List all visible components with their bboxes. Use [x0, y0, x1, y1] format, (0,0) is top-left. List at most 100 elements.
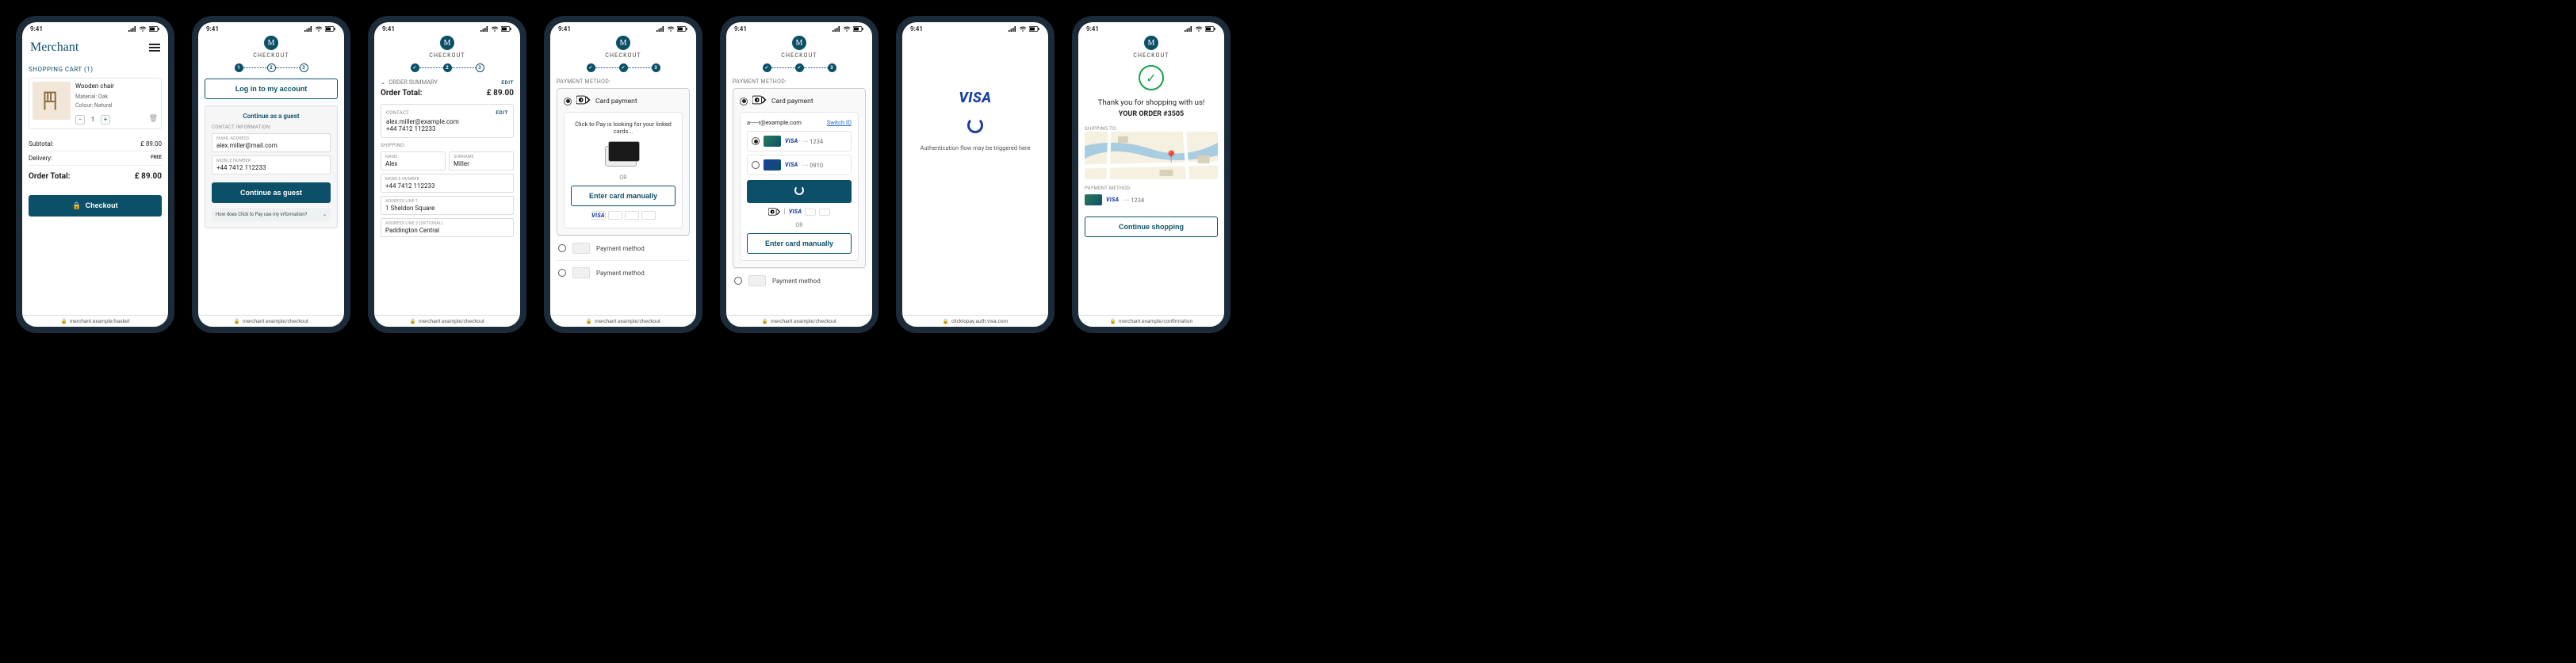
- battery-icon: [325, 26, 336, 32]
- card-brand-icon: [819, 209, 830, 216]
- status-icons: [1009, 26, 1040, 32]
- card-payment-radio[interactable]: [740, 98, 748, 105]
- visa-icon: VISA: [785, 162, 798, 168]
- visa-icon: VISA: [591, 211, 606, 220]
- mobile-label: MOBILE NUMBER: [216, 159, 326, 163]
- pm-radio[interactable]: [558, 269, 566, 277]
- spinner-icon: [967, 117, 983, 133]
- battery-icon: [501, 26, 512, 32]
- continue-shopping-button[interactable]: Continue shopping: [1085, 217, 1218, 237]
- status-icons: [304, 26, 336, 32]
- linked-card-option[interactable]: VISA···· 1234: [747, 131, 852, 151]
- visa-icon: VISA: [789, 209, 802, 215]
- step-2: [795, 63, 804, 72]
- order-number: YOUR ORDER #3505: [1085, 110, 1218, 118]
- card-radio[interactable]: [752, 137, 760, 145]
- step-1: [763, 63, 771, 72]
- signal-icon: [1009, 26, 1016, 32]
- merchant-badge: M: [440, 36, 454, 50]
- signal-icon: [304, 26, 312, 32]
- card-stack-icon: [605, 141, 641, 168]
- contact-email: alex.miller@example.com: [386, 118, 508, 125]
- stepper: 2 3: [381, 63, 514, 72]
- status-bar: 9:41: [1078, 22, 1224, 34]
- status-time: 9:41: [1086, 25, 1099, 33]
- spinner-icon: [794, 186, 804, 195]
- mobile-field[interactable]: MOBILE NUMBER +44 7412 112233: [212, 155, 331, 174]
- click-to-pay-icon: [768, 208, 781, 216]
- email-field[interactable]: EMAIL ADDRESS alex.miller@mail.com: [212, 133, 331, 152]
- order-summary-label: ORDER SUMMARY: [389, 79, 438, 86]
- or-divider: OR: [747, 222, 852, 228]
- status-bar: 9:41: [22, 22, 168, 34]
- mobile-field[interactable]: MOBILE NUMBER+44 7412 112233: [381, 174, 514, 193]
- step-3: 3: [300, 63, 308, 72]
- shipping-label: SHIPPING:: [381, 143, 514, 148]
- status-bar: 9:41: [902, 22, 1048, 34]
- status-icons: [128, 26, 160, 32]
- payment-method-option[interactable]: Payment method: [557, 260, 690, 285]
- name-label: NAME: [385, 155, 441, 159]
- visa-icon: VISA: [785, 138, 798, 144]
- switch-id-link[interactable]: Switch ID: [827, 119, 852, 126]
- pm-label: Payment method: [596, 270, 645, 277]
- auth-note: Authentication flow may be triggered her…: [909, 144, 1042, 151]
- address1-field[interactable]: ADDRESS LINE 11 Sheldon Square: [381, 196, 514, 215]
- status-icons: [1185, 26, 1216, 32]
- signal-icon: [128, 26, 136, 32]
- status-time: 9:41: [734, 25, 747, 33]
- pay-loading-button[interactable]: [747, 180, 852, 203]
- payment-method-label: PAYMENT METHOD:: [1085, 186, 1218, 191]
- url-text: merchant.example/checkout: [419, 318, 484, 324]
- payment-method-option[interactable]: Payment method: [557, 236, 690, 260]
- status-bar: 9:41: [198, 22, 344, 34]
- status-time: 9:41: [382, 25, 395, 33]
- step-1: [587, 63, 595, 72]
- card-brands: VISA: [571, 211, 676, 220]
- signal-icon: [656, 26, 664, 32]
- screen-payment-cards: 9:41 M CHECKOUT 3 PAYMENT METHOD: Card p…: [720, 16, 878, 333]
- lock-icon: 🔒: [1110, 318, 1116, 324]
- product-colour: Colour: Natural: [75, 102, 158, 110]
- contact-info-label: CONTACT INFORMATION:: [212, 125, 331, 130]
- qty-increase-button[interactable]: +: [101, 115, 110, 125]
- qty-decrease-button[interactable]: −: [75, 115, 85, 125]
- looking-text: Click to Pay is looking for your linked …: [571, 121, 676, 135]
- enter-manually-button[interactable]: Enter card manually: [571, 186, 676, 206]
- checkout-button[interactable]: 🔒 Checkout: [29, 195, 162, 217]
- qty-value: 1: [88, 115, 98, 125]
- continue-guest-button[interactable]: Continue as guest: [212, 182, 331, 203]
- address2-field[interactable]: ADDRESS LINE 2 (OPTIONAL)Paddington Cent…: [381, 218, 514, 237]
- battery-icon: [149, 26, 160, 32]
- pm-radio[interactable]: [734, 277, 742, 285]
- card-payment-radio[interactable]: [564, 98, 572, 105]
- payment-method-option[interactable]: Payment method: [733, 268, 866, 293]
- guest-panel: Continue as a guest CONTACT INFORMATION:…: [205, 105, 338, 228]
- url-bar: 🔒merchant.example/checkout: [550, 315, 696, 327]
- surname-field[interactable]: SURNAMEMiller: [449, 151, 514, 171]
- pm-radio[interactable]: [558, 244, 566, 252]
- card-radio[interactable]: [752, 161, 760, 169]
- subtotal-value: £ 89.00: [140, 140, 162, 148]
- ctp-info-expander[interactable]: How does Click to Pay use my information…: [212, 208, 331, 221]
- status-bar: 9:41: [550, 22, 696, 34]
- looking-card: Click to Pay is looking for your linked …: [564, 112, 683, 228]
- stepper: 3: [557, 63, 690, 72]
- status-icons: [656, 26, 688, 32]
- linked-card-option[interactable]: VISA···· 0910: [747, 155, 852, 175]
- chevron-down-icon[interactable]: ⌄: [381, 79, 385, 86]
- merchant-logo: Merchant: [30, 40, 78, 55]
- name-field[interactable]: NAMEAlex: [381, 151, 446, 171]
- enter-manually-button[interactable]: Enter card manually: [747, 233, 852, 254]
- card-brand-icon: [641, 211, 656, 220]
- addr1-value: 1 Sheldon Square: [385, 205, 509, 212]
- url-text: merchant.example/basket: [70, 318, 130, 324]
- wifi-icon: [315, 26, 323, 32]
- edit-summary-link[interactable]: EDIT: [501, 79, 514, 86]
- chevron-down-icon: ⌄: [323, 212, 327, 217]
- menu-icon[interactable]: [149, 42, 160, 53]
- login-button[interactable]: Log in to my account: [205, 79, 338, 99]
- url-bar: 🔒clicktopay.auth.visa.com: [902, 315, 1048, 327]
- trash-icon[interactable]: 🗑: [149, 114, 158, 125]
- edit-contact-link[interactable]: EDIT: [496, 109, 508, 116]
